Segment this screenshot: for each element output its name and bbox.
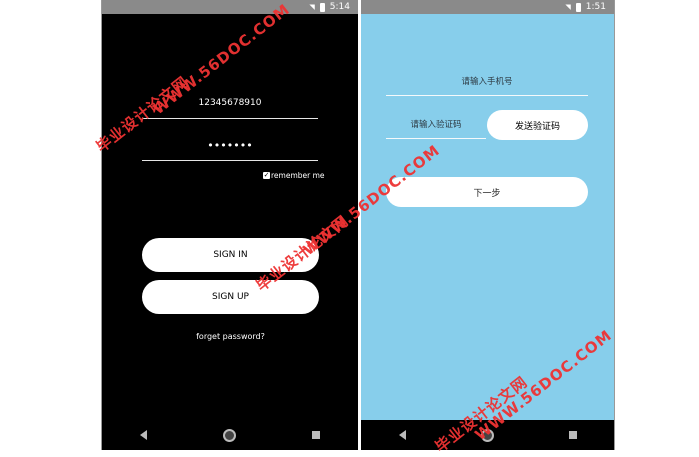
phone-number-underline: [386, 95, 588, 96]
status-bar: ◥ 1:51: [361, 0, 614, 14]
code-input[interactable]: 请输入验证码: [386, 118, 486, 130]
recent-apps-icon[interactable]: [568, 431, 577, 439]
password-input[interactable]: •••••••: [142, 139, 318, 152]
status-time: 1:51: [585, 2, 606, 12]
status-bar: ◥ 5:14: [102, 0, 358, 14]
verify-screen: ◥ 1:51 请输入手机号 请输入验证码 发送验证码 下一步: [361, 0, 614, 450]
status-time: 5:14: [329, 2, 350, 12]
password-underline: [142, 160, 318, 161]
sign-up-button[interactable]: SIGN UP: [142, 280, 319, 314]
divider: [614, 0, 615, 450]
remember-label: remember me: [271, 171, 325, 180]
nav-bar: [102, 420, 358, 450]
back-icon[interactable]: [140, 430, 147, 440]
signal-icon: ◥: [565, 3, 571, 11]
send-code-button[interactable]: 发送验证码: [487, 110, 588, 140]
recent-apps-icon[interactable]: [312, 431, 320, 439]
signal-icon: ◥: [309, 3, 315, 11]
battery-icon: [319, 2, 325, 12]
back-icon[interactable]: [398, 430, 406, 440]
code-underline: [386, 138, 486, 139]
home-icon[interactable]: [223, 428, 236, 442]
phone-number-input[interactable]: 请输入手机号: [386, 75, 588, 87]
next-button[interactable]: 下一步: [386, 177, 588, 207]
phone-underline: [142, 118, 318, 119]
battery-icon: [575, 2, 581, 12]
remember-checkbox[interactable]: ✓: [263, 172, 270, 179]
forgot-password-link[interactable]: forget password?: [142, 332, 319, 341]
